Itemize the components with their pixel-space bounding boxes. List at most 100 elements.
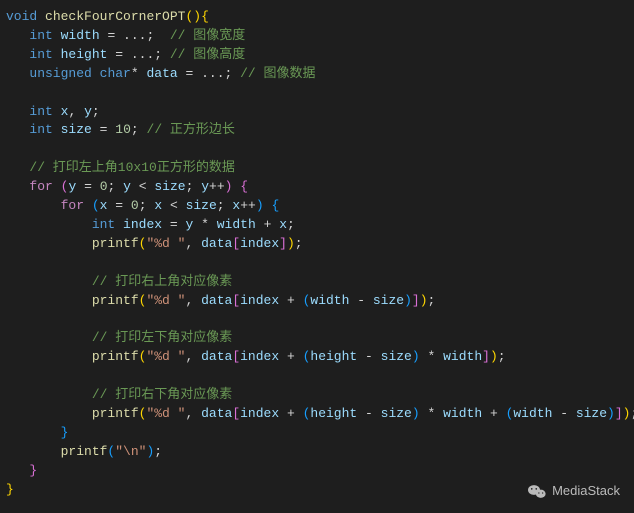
punct: ;: [108, 179, 116, 194]
op: -: [357, 293, 365, 308]
keyword: int: [29, 122, 52, 137]
var: x: [279, 217, 287, 232]
string: "%d ": [146, 293, 185, 308]
op: *: [427, 406, 435, 421]
op: *: [201, 217, 209, 232]
var: x: [100, 198, 108, 213]
fn-call: printf: [92, 236, 139, 251]
fn-call: printf: [92, 293, 139, 308]
var: data: [201, 406, 232, 421]
number: 0: [131, 198, 139, 213]
keyword: int: [29, 104, 52, 119]
op: *: [427, 349, 435, 364]
bracket: ]: [615, 406, 623, 421]
op: =: [100, 122, 108, 137]
var: data: [201, 236, 232, 251]
watermark: MediaStack: [528, 482, 620, 501]
fn-call: printf: [61, 444, 108, 459]
keyword: int: [92, 217, 115, 232]
comment: // 正方形边长: [147, 122, 235, 137]
var: index: [240, 293, 279, 308]
paren: ): [412, 406, 420, 421]
bracket: [: [232, 406, 240, 421]
paren: ): [420, 293, 428, 308]
op: -: [365, 349, 373, 364]
var: width: [443, 406, 482, 421]
punct: = ...;: [178, 66, 240, 81]
var: y: [123, 179, 131, 194]
wechat-icon: [528, 484, 546, 499]
var: height: [310, 406, 357, 421]
string: "\n": [115, 444, 146, 459]
op: *: [131, 66, 139, 81]
op: =: [84, 179, 92, 194]
keyword-for: for: [29, 179, 52, 194]
comment: // 图像高度: [170, 47, 245, 62]
op: +: [264, 217, 272, 232]
op: <: [170, 198, 178, 213]
brace: }: [6, 482, 14, 497]
paren: ): [607, 406, 615, 421]
var: index: [123, 217, 162, 232]
keyword: char: [100, 66, 131, 81]
bracket: [: [232, 349, 240, 364]
punct: ,: [185, 293, 193, 308]
paren: ): [287, 236, 295, 251]
brace: }: [61, 425, 69, 440]
op: ++: [240, 198, 256, 213]
var: y: [68, 179, 76, 194]
var: data: [201, 349, 232, 364]
var: height: [310, 349, 357, 364]
comment: // 图像数据: [240, 66, 315, 81]
punct: ,: [185, 406, 193, 421]
keyword-void: void: [6, 9, 37, 24]
string: "%d ": [146, 406, 185, 421]
bracket: [: [232, 236, 240, 251]
op: -: [560, 406, 568, 421]
function-name: checkFourCornerOPT: [45, 9, 185, 24]
op: ++: [209, 179, 225, 194]
keyword: int: [29, 28, 52, 43]
comment: // 打印左下角对应像素: [92, 330, 232, 345]
fn-call: printf: [92, 406, 139, 421]
punct: ;: [498, 349, 506, 364]
comment: // 打印右下角对应像素: [92, 387, 232, 402]
paren: ): [225, 179, 233, 194]
paren: ): [490, 349, 498, 364]
code-block: void checkFourCornerOPT () { int width = .…: [0, 0, 634, 508]
var: size: [381, 406, 412, 421]
brace: {: [271, 198, 279, 213]
number: 0: [100, 179, 108, 194]
keyword-for: for: [61, 198, 84, 213]
op: +: [287, 349, 295, 364]
var: width: [61, 28, 100, 43]
var: width: [513, 406, 552, 421]
op: <: [139, 179, 147, 194]
punct: ;: [139, 198, 147, 213]
punct: ;: [217, 198, 225, 213]
keyword: int: [29, 47, 52, 62]
string: "%d ": [146, 349, 185, 364]
bracket: [: [232, 293, 240, 308]
var: height: [61, 47, 108, 62]
brace: {: [201, 9, 209, 24]
op: +: [490, 406, 498, 421]
var: y: [186, 217, 194, 232]
comment: // 打印左上角10x10正方形的数据: [29, 160, 234, 175]
paren: (: [92, 198, 100, 213]
comment: // 图像宽度: [170, 28, 245, 43]
var: width: [217, 217, 256, 232]
punct: ;: [92, 104, 100, 119]
paren: ): [404, 293, 412, 308]
bracket: ]: [412, 293, 420, 308]
punct: ,: [68, 104, 76, 119]
punct: ,: [185, 349, 193, 364]
var: y: [84, 104, 92, 119]
punct: ;: [428, 293, 436, 308]
punct: = ...;: [100, 28, 170, 43]
op: -: [365, 406, 373, 421]
var: size: [61, 122, 92, 137]
op: +: [287, 406, 295, 421]
var: size: [186, 198, 217, 213]
bracket: ]: [279, 236, 287, 251]
